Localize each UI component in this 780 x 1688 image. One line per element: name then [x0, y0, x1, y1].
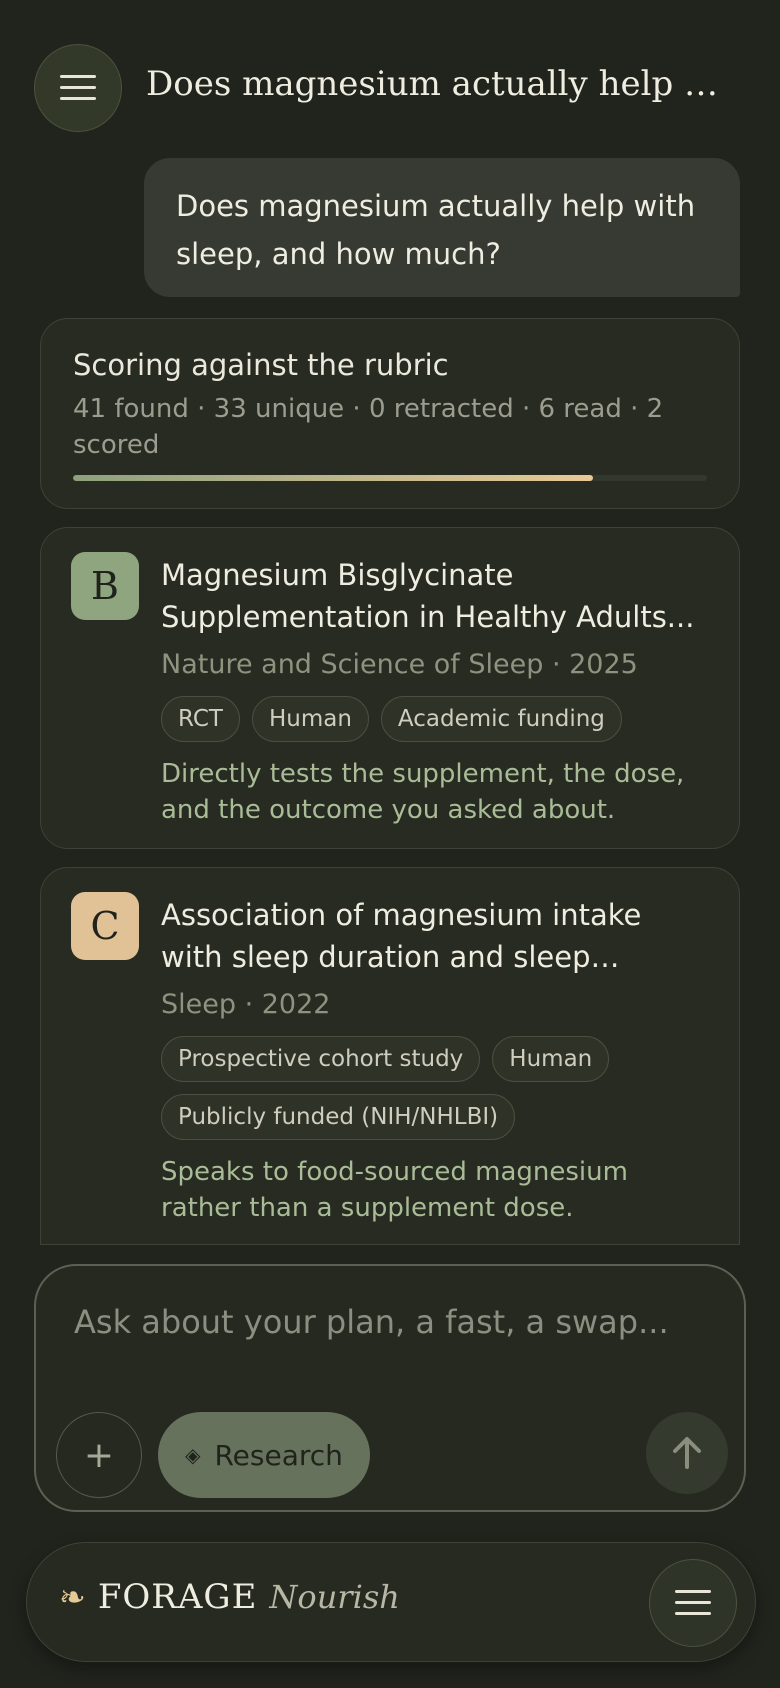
tag: Publicly funded (NIH/NHLBI)	[161, 1094, 516, 1140]
grade-badge: C	[71, 892, 139, 960]
status-title: Scoring against the rubric	[73, 348, 449, 382]
plus-icon: +	[83, 1434, 115, 1476]
tag: Human	[492, 1036, 610, 1082]
study-meta: Sleep · 2022	[161, 989, 331, 1020]
header: Does magnesium actually help with ...	[0, 0, 780, 160]
menu-button[interactable]	[34, 44, 122, 132]
tag-list: RCT Human Academic funding	[161, 696, 711, 742]
leaf-icon: ❧	[59, 1578, 86, 1616]
research-status-card: Scoring against the rubric 41 found · 33…	[40, 318, 740, 509]
diamond-icon: ◈	[185, 1443, 201, 1467]
brand-subtitle: Nourish	[269, 1578, 400, 1616]
tag-list: Prospective cohort study Human Publicly …	[161, 1036, 711, 1140]
composer: + ◈ Research	[34, 1264, 746, 1512]
research-label: Research	[214, 1438, 343, 1472]
tag: Human	[251, 696, 369, 742]
hamburger-icon	[60, 75, 96, 101]
study-card[interactable]: C Association of magnesium intake with s…	[40, 867, 740, 1245]
study-note: Speaks to food-sourced magnesium rather …	[161, 1157, 628, 1223]
study-title: Magnesium Bisglycinate Supplementation i…	[161, 558, 695, 634]
user-message-bubble: Does magnesium actually help with sleep,…	[144, 158, 740, 297]
add-attachment-button[interactable]: +	[56, 1412, 142, 1498]
message-input[interactable]	[74, 1292, 694, 1352]
arrow-up-icon	[673, 1437, 701, 1469]
bottom-bar: ❧ FORAGE Nourish	[26, 1542, 756, 1662]
tag: RCT	[161, 696, 240, 742]
progress-fill	[73, 475, 593, 481]
progress-bar	[73, 475, 707, 481]
brand-name: FORAGE	[97, 1577, 258, 1617]
tag: Academic funding	[380, 696, 622, 742]
study-note: Directly tests the supplement, the dose,…	[161, 759, 685, 825]
study-meta: Nature and Science of Sleep · 2025	[161, 649, 638, 680]
hamburger-icon	[675, 1590, 711, 1616]
brand: ❧ FORAGE Nourish	[59, 1577, 400, 1617]
bottom-menu-button[interactable]	[649, 1559, 737, 1647]
grade-badge: B	[71, 552, 139, 620]
study-title: Association of magnesium intake with sle…	[161, 898, 642, 974]
status-meta: 41 found · 33 unique · 0 retracted · 6 r…	[73, 394, 664, 460]
send-button[interactable]	[646, 1412, 728, 1494]
page-title: Does magnesium actually help with ...	[146, 64, 746, 104]
tag: Prospective cohort study	[161, 1036, 481, 1082]
study-card[interactable]: B Magnesium Bisglycinate Supplementation…	[40, 527, 740, 849]
research-mode-button[interactable]: ◈ Research	[158, 1412, 370, 1498]
